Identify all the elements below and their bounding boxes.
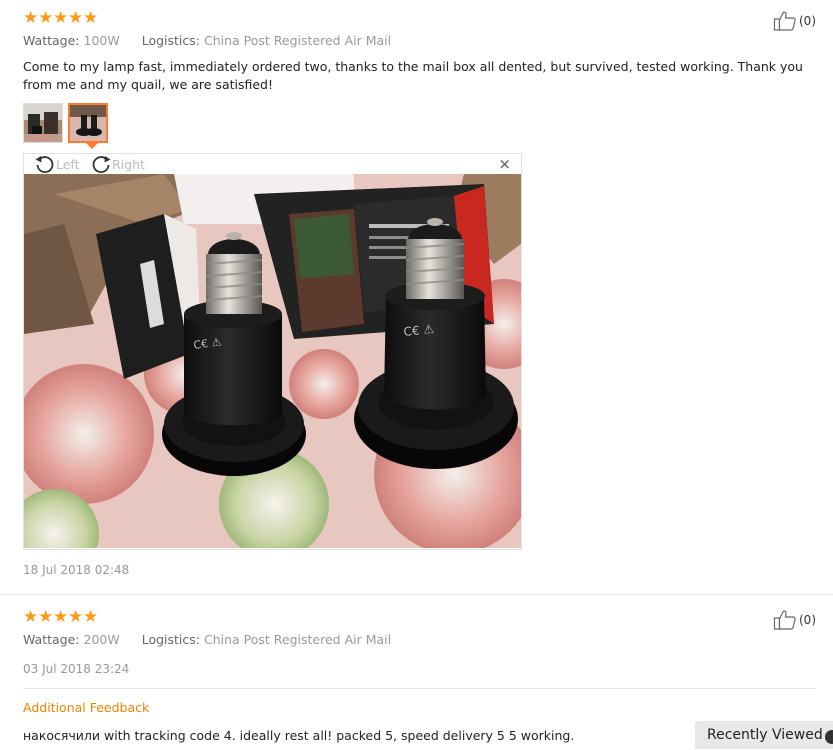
rotate-right-label: Right bbox=[112, 156, 145, 172]
wattage-label: Wattage: bbox=[23, 33, 80, 48]
helpful-button[interactable]: (0) bbox=[773, 10, 816, 32]
review-thumbnail-2[interactable] bbox=[68, 103, 108, 143]
chevron-icon bbox=[825, 730, 833, 744]
feedback-divider bbox=[23, 688, 816, 689]
star-icon: ★ bbox=[53, 8, 69, 28]
review-text: Come to my lamp fast, immediately ordere… bbox=[23, 59, 803, 92]
rotate-left-button[interactable]: Left bbox=[34, 154, 80, 174]
rotate-left-icon bbox=[35, 156, 54, 173]
star-icon: ★ bbox=[83, 607, 99, 627]
star-icon: ★ bbox=[23, 8, 39, 28]
review-photo: C€ ⚠ C€ ⚠ bbox=[24, 174, 521, 548]
logistics-label: Logistics: bbox=[141, 632, 200, 647]
star-icon: ★ bbox=[68, 607, 84, 627]
rotate-left-label: Left bbox=[56, 156, 80, 172]
helpful-count: (0) bbox=[799, 613, 816, 627]
thumbs-up-icon bbox=[773, 610, 796, 630]
review-attributes: Wattage: 200W Logistics: China Post Regi… bbox=[23, 632, 391, 647]
rotate-right-icon bbox=[92, 156, 111, 173]
recently-viewed-tab[interactable]: Recently Viewed bbox=[695, 721, 833, 749]
image-viewer: Left Right × C€ ⚠ C€ ⚠ bbox=[23, 153, 522, 550]
helpful-count: (0) bbox=[799, 14, 816, 28]
star-icon: ★ bbox=[83, 8, 99, 28]
star-icon: ★ bbox=[38, 8, 54, 28]
active-thumbnail-pointer bbox=[86, 143, 98, 149]
helpful-button[interactable]: (0) bbox=[773, 609, 816, 631]
close-viewer-button[interactable]: × bbox=[498, 157, 511, 172]
logistics-label: Logistics: bbox=[141, 33, 200, 48]
star-icon: ★ bbox=[23, 607, 39, 627]
recently-viewed-label: Recently Viewed bbox=[707, 727, 823, 743]
review-attributes: Wattage: 100W Logistics: China Post Regi… bbox=[23, 33, 391, 48]
review-date: 18 Jul 2018 02:48 bbox=[23, 563, 130, 577]
additional-feedback-text: накосячили with tracking code 4. ideally… bbox=[23, 728, 575, 743]
star-icon: ★ bbox=[68, 8, 84, 28]
logistics-value: China Post Registered Air Mail bbox=[203, 632, 392, 647]
additional-feedback-label: Additional Feedback bbox=[23, 700, 150, 715]
rating-stars: ★ ★ ★ ★ ★ bbox=[23, 8, 99, 28]
wattage-value: 200W bbox=[83, 632, 120, 647]
rotate-right-button[interactable]: Right bbox=[90, 154, 145, 174]
star-icon: ★ bbox=[53, 607, 69, 627]
rating-stars: ★ ★ ★ ★ ★ bbox=[23, 607, 99, 627]
thumbs-up-icon bbox=[773, 11, 796, 31]
star-icon: ★ bbox=[38, 607, 54, 627]
logistics-value: China Post Registered Air Mail bbox=[203, 33, 392, 48]
review-thumbnails bbox=[23, 103, 108, 143]
photo-two-black-ceramic-heat-lamps: C€ ⚠ C€ ⚠ bbox=[24, 174, 521, 548]
viewer-toolbar: Left Right × bbox=[24, 154, 521, 174]
review-date: 03 Jul 2018 23:24 bbox=[23, 662, 130, 676]
review-item: ★ ★ ★ ★ ★ (0) Wattage: 100W Logistics: C… bbox=[0, 0, 833, 594]
wattage-label: Wattage: bbox=[23, 632, 80, 647]
wattage-value: 100W bbox=[83, 33, 120, 48]
review-thumbnail-1[interactable] bbox=[23, 103, 63, 143]
